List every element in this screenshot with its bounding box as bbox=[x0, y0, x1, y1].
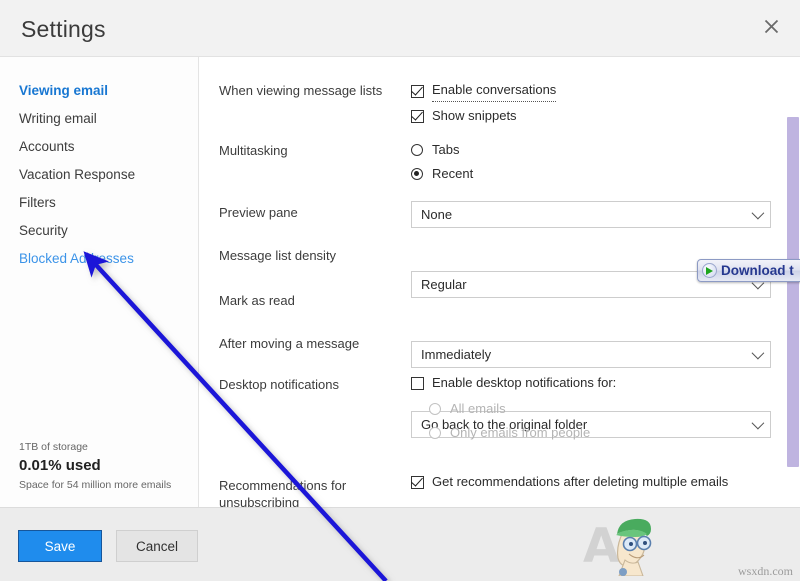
checkbox-icon bbox=[411, 109, 424, 123]
select-value: Regular bbox=[421, 277, 467, 292]
label-when-viewing-message-lists: When viewing message lists bbox=[219, 83, 383, 98]
radio-icon bbox=[411, 168, 423, 180]
settings-content: When viewing message lists Enable conver… bbox=[200, 57, 800, 507]
storage-info: 1TB of storage 0.01% used Space for 54 m… bbox=[19, 439, 194, 493]
checkbox-show-snippets[interactable]: Show snippets bbox=[411, 106, 556, 126]
close-icon[interactable] bbox=[750, 5, 792, 47]
select-value: Immediately bbox=[421, 347, 492, 362]
control-recommendations: Get recommendations after deleting multi… bbox=[411, 472, 728, 496]
save-button[interactable]: Save bbox=[18, 530, 102, 562]
control-multitasking: Tabs Recent bbox=[411, 140, 473, 188]
sidebar-item-vacation-response[interactable]: Vacation Response bbox=[0, 161, 199, 189]
play-triangle-icon bbox=[702, 263, 717, 278]
chevron-down-icon bbox=[751, 346, 765, 359]
radio-label: All emails bbox=[450, 401, 506, 416]
content-scrollbar-track[interactable] bbox=[786, 57, 800, 507]
sidebar-item-security[interactable]: Security bbox=[0, 217, 199, 245]
radio-icon bbox=[411, 144, 423, 156]
checkbox-label: Get recommendations after deleting multi… bbox=[432, 474, 729, 489]
control-desktop-notifications: Enable desktop notifications for: All em… bbox=[411, 373, 616, 447]
select-preview-pane[interactable]: None bbox=[411, 201, 771, 228]
select-value: None bbox=[421, 207, 453, 222]
storage-used: 0.01% used bbox=[19, 457, 101, 474]
checkbox-label: Enable conversations bbox=[432, 80, 557, 102]
checkbox-enable-desktop-notifications[interactable]: Enable desktop notifications for: bbox=[411, 373, 616, 393]
radio-label: Recent bbox=[432, 166, 474, 181]
radio-all-emails: All emails bbox=[429, 399, 616, 419]
download-button[interactable]: Download t bbox=[697, 259, 800, 282]
sidebar-item-blocked-addresses[interactable]: Blocked Addresses bbox=[0, 245, 199, 273]
radio-only-emails-from-people: Only emails from people bbox=[429, 423, 616, 443]
settings-window: Settings Viewing email Writing email Acc… bbox=[0, 0, 800, 581]
content-scrollbar-thumb[interactable] bbox=[787, 117, 799, 467]
page-title: Settings bbox=[21, 16, 106, 42]
label-multitasking: Multitasking bbox=[219, 143, 288, 158]
sidebar-item-viewing-email[interactable]: Viewing email bbox=[0, 77, 199, 105]
checkbox-get-recommendations[interactable]: Get recommendations after deleting multi… bbox=[411, 472, 728, 492]
label-mark-as-read: Mark as read bbox=[219, 293, 295, 308]
label-desktop-notifications: Desktop notifications bbox=[219, 377, 339, 392]
window-footer: Save Cancel bbox=[0, 507, 800, 581]
checkbox-icon bbox=[411, 376, 424, 390]
label-message-list-density: Message list density bbox=[219, 248, 337, 263]
radio-recent[interactable]: Recent bbox=[411, 164, 473, 184]
checkbox-icon bbox=[411, 475, 424, 489]
cancel-button[interactable]: Cancel bbox=[116, 530, 198, 562]
radio-tabs[interactable]: Tabs bbox=[411, 140, 473, 160]
radio-label: Only emails from people bbox=[450, 425, 591, 440]
checkbox-icon bbox=[411, 84, 424, 98]
label-recommendations-for-unsubscribing: Recommendations for unsubscribing bbox=[219, 478, 347, 507]
settings-sidebar: Viewing email Writing email Accounts Vac… bbox=[0, 57, 199, 507]
label-after-moving-a-message: After moving a message bbox=[219, 336, 360, 351]
label-preview-pane: Preview pane bbox=[219, 205, 298, 220]
checkbox-enable-conversations[interactable]: Enable conversations bbox=[411, 80, 557, 102]
window-header: Settings bbox=[0, 0, 800, 57]
select-mark-as-read[interactable]: Immediately bbox=[411, 341, 771, 368]
radio-icon bbox=[429, 427, 441, 439]
checkbox-label: Enable desktop notifications for: bbox=[432, 375, 617, 390]
chevron-down-icon bbox=[751, 206, 765, 219]
storage-remaining: Space for 54 million more emails bbox=[19, 479, 172, 491]
radio-label: Tabs bbox=[432, 142, 460, 157]
download-button-label: Download t bbox=[721, 263, 794, 278]
sidebar-item-filters[interactable]: Filters bbox=[0, 189, 199, 217]
control-when-viewing-message-lists: Enable conversations Show snippets bbox=[411, 80, 557, 130]
sidebar-item-accounts[interactable]: Accounts bbox=[0, 133, 199, 161]
chevron-down-icon bbox=[751, 416, 765, 429]
window-body: Viewing email Writing email Accounts Vac… bbox=[0, 57, 800, 507]
radio-icon bbox=[429, 403, 441, 415]
checkbox-label: Show snippets bbox=[432, 108, 517, 123]
sidebar-nav: Viewing email Writing email Accounts Vac… bbox=[0, 77, 199, 273]
storage-total: 1TB of storage bbox=[19, 441, 88, 453]
sidebar-item-writing-email[interactable]: Writing email bbox=[0, 105, 199, 133]
